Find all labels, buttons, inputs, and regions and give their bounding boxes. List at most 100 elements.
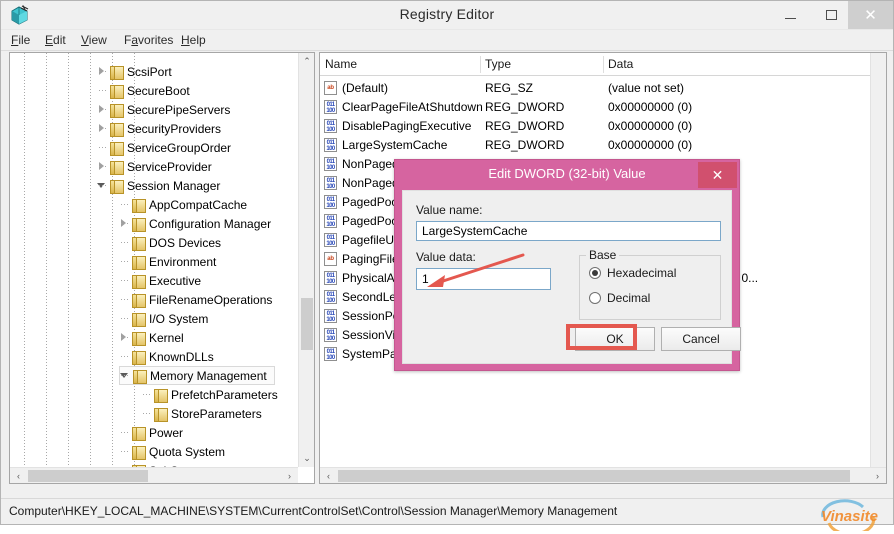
tree-scroll-right-button[interactable]: › [281, 468, 298, 483]
tree-vscroll-thumb[interactable] [301, 298, 313, 350]
tree-item[interactable]: Environment [119, 252, 220, 271]
column-divider[interactable] [480, 56, 481, 73]
tree-connector [99, 147, 108, 148]
value-name-cell: PhysicalA [342, 270, 395, 285]
dialog-title-bar[interactable]: Edit DWORD (32-bit) Value ✕ [395, 160, 739, 190]
tree-item[interactable]: ServiceGroupOrder [97, 138, 235, 157]
tree-scroll-left-button[interactable]: ‹ [10, 468, 27, 483]
tree-scroll-up-button[interactable]: ⌃ [299, 53, 314, 70]
value-name-cell: NonPaged [342, 175, 399, 190]
tree-item[interactable]: SecureBoot [97, 81, 194, 100]
dword-value-icon: 011 100 [324, 194, 338, 209]
menu-favorites[interactable]: Favorites [122, 33, 175, 47]
tree-item-selected[interactable]: Memory Management [119, 366, 275, 385]
value-name-label: Value name: [416, 203, 483, 217]
string-value-icon: ab [324, 80, 338, 95]
folder-icon [110, 65, 124, 80]
tree-item-label: PrefetchParameters [171, 387, 278, 402]
registry-editor-window: Registry Editor ✕ File Edit View Favorites H… [0, 0, 894, 534]
tree-item-label: AppCompatCache [149, 197, 248, 212]
cancel-button[interactable]: Cancel [661, 327, 741, 351]
value-row[interactable]: ab (Default) REG_SZ (value not set) [320, 78, 886, 97]
minimize-button[interactable] [770, 1, 811, 29]
menu-view[interactable]: View [79, 33, 109, 47]
tree-item-label: Quota System [149, 444, 226, 459]
tree-item[interactable]: Quota System [119, 442, 229, 461]
maximize-button[interactable] [811, 1, 852, 29]
tree-item-label: I/O System [149, 311, 209, 326]
ok-button[interactable]: OK [575, 327, 655, 351]
tree-connector [99, 90, 108, 91]
list-vscroll-thumb[interactable] [873, 54, 885, 444]
registry-tree-pane[interactable]: ScsiPort SecureBoot SecurePipeServers Secur… [9, 52, 315, 484]
column-header-name[interactable]: Name [325, 57, 357, 71]
tree-item[interactable]: Executive [119, 271, 205, 290]
tree-item-label: SecurePipeServers [127, 102, 231, 117]
value-row[interactable]: 011 100 ClearPageFileAtShutdown REG_DWORD 0… [320, 97, 886, 116]
tree-item[interactable]: StoreParameters [141, 404, 266, 423]
value-name-input[interactable]: LargeSystemCache [416, 221, 721, 241]
status-bar: Computer\HKEY_LOCAL_MACHINE\SYSTEM\Curre… [1, 498, 893, 534]
dword-value-icon: 011 100 [324, 327, 338, 342]
column-divider[interactable] [603, 56, 604, 73]
column-header-data[interactable]: Data [608, 57, 633, 71]
tree-hscroll-thumb[interactable] [28, 470, 148, 482]
radio-decimal[interactable]: Decimal [589, 291, 650, 305]
tree-item[interactable]: SecurityProviders [97, 119, 225, 138]
dword-value-icon: 011 100 [324, 270, 338, 285]
folder-icon [132, 217, 146, 232]
value-data-cell: 0x00000000 (0) [608, 118, 693, 133]
string-value-icon: ab [324, 251, 338, 266]
tree-item[interactable]: ScsiPort [97, 62, 176, 81]
list-scroll-left-button[interactable]: ‹ [320, 468, 337, 483]
dword-value-icon: 011 100 [324, 175, 338, 190]
tree-horizontal-scrollbar[interactable]: ‹ › [10, 467, 298, 483]
tree-item-label: Configuration Manager [149, 216, 272, 231]
folder-icon [132, 350, 146, 365]
dword-value-icon: 011 100 [324, 232, 338, 247]
value-row[interactable]: 011 100 LargeSystemCache REG_DWORD 0x000000… [320, 135, 886, 154]
list-vertical-scrollbar[interactable] [870, 53, 886, 467]
list-hscroll-thumb[interactable] [338, 470, 850, 482]
folder-icon [154, 388, 168, 403]
dialog-close-button[interactable]: ✕ [698, 162, 737, 188]
value-data-cell: (value not set) [608, 80, 685, 95]
menu-help[interactable]: Help [179, 33, 208, 47]
tree-vertical-scrollbar[interactable]: ⌃ ⌄ [298, 53, 314, 467]
tree-item[interactable]: KnownDLLs [119, 347, 218, 366]
tree-item[interactable]: PrefetchParameters [141, 385, 282, 404]
title-bar: Registry Editor ✕ [1, 1, 893, 30]
list-scroll-right-button[interactable]: › [869, 468, 886, 483]
tree-item[interactable]: Configuration Manager [119, 214, 275, 233]
tree-item[interactable]: SecurePipeServers [97, 100, 234, 119]
value-name-cell: LargeSystemCache [342, 137, 448, 152]
menu-file[interactable]: File [9, 33, 32, 47]
column-header-type[interactable]: Type [485, 57, 511, 71]
tree-item[interactable]: DOS Devices [119, 233, 225, 252]
value-name-cell: SecondLe [342, 289, 397, 304]
tree-item[interactable]: I/O System [119, 309, 212, 328]
tree-guide-line [24, 53, 25, 467]
tree-item-label: Memory Management [150, 368, 267, 383]
menu-bar: File Edit View Favorites Help [1, 30, 893, 51]
tree-item[interactable]: Session Manager [97, 176, 224, 195]
tree-item[interactable]: ServiceProvider [97, 157, 216, 176]
tree-item-label: KnownDLLs [149, 349, 214, 364]
dword-value-icon: 011 100 [324, 99, 338, 114]
tree-scroll-down-button[interactable]: ⌄ [299, 450, 314, 467]
dword-value-icon: 011 100 [324, 289, 338, 304]
menu-edit[interactable]: Edit [43, 33, 68, 47]
list-horizontal-scrollbar[interactable]: ‹ › [320, 467, 886, 483]
tree-item-label: Power [149, 425, 184, 440]
tree-connector [121, 223, 130, 224]
radio-hexadecimal[interactable]: Hexadecimal [589, 266, 676, 280]
tree-connector [121, 318, 130, 319]
tree-item[interactable]: FileRenameOperations [119, 290, 276, 309]
tree-connector [121, 432, 130, 433]
value-row[interactable]: 011 100 DisablePagingExecutive REG_DWORD 0x… [320, 116, 886, 135]
tree-connector [121, 337, 130, 338]
close-button[interactable]: ✕ [848, 1, 893, 29]
tree-item[interactable]: AppCompatCache [119, 195, 251, 214]
value-type-cell: REG_DWORD [485, 137, 565, 152]
tree-item-label: DOS Devices [149, 235, 222, 250]
